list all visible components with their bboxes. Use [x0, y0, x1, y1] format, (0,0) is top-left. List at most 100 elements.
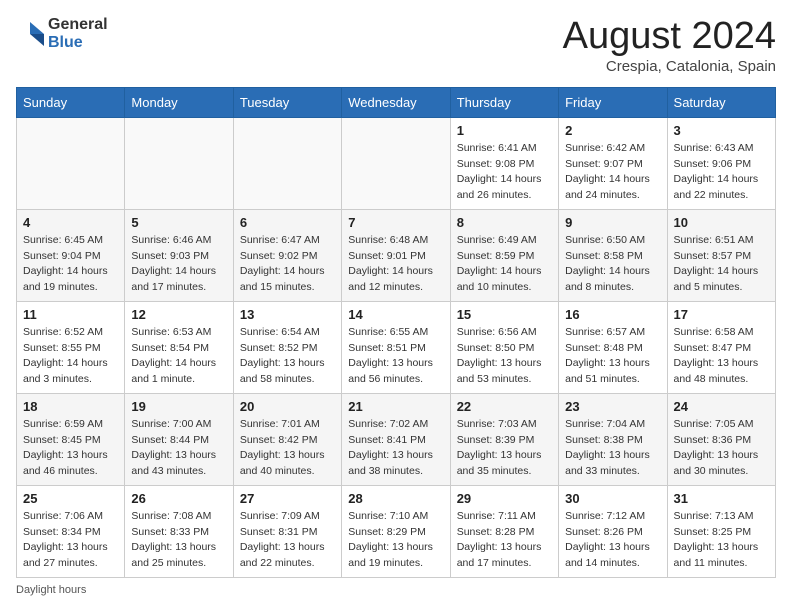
day-info: Sunrise: 6:49 AMSunset: 8:59 PMDaylight:…	[457, 233, 552, 296]
page-container: GeneralBlue August 2024 Crespia, Catalon…	[16, 16, 776, 596]
calendar-title: August 2024	[563, 16, 776, 58]
day-number: 17	[674, 307, 769, 322]
day-number: 3	[674, 123, 769, 138]
cell-w4-d5: 22 Sunrise: 7:03 AMSunset: 8:39 PMDayligh…	[450, 393, 558, 485]
cell-w2-d7: 10 Sunrise: 6:51 AMSunset: 8:57 PMDayligh…	[667, 209, 775, 301]
cell-w5-d5: 29 Sunrise: 7:11 AMSunset: 8:28 PMDayligh…	[450, 485, 558, 577]
day-info: Sunrise: 7:04 AMSunset: 8:38 PMDaylight:…	[565, 417, 660, 480]
col-wednesday: Wednesday	[342, 87, 450, 117]
day-number: 28	[348, 491, 443, 506]
day-info: Sunrise: 6:47 AMSunset: 9:02 PMDaylight:…	[240, 233, 335, 296]
week-row-3: 11 Sunrise: 6:52 AMSunset: 8:55 PMDayligh…	[17, 301, 776, 393]
day-info: Sunrise: 6:55 AMSunset: 8:51 PMDaylight:…	[348, 325, 443, 388]
day-number: 5	[131, 215, 226, 230]
col-monday: Monday	[125, 87, 233, 117]
cell-w3-d3: 13 Sunrise: 6:54 AMSunset: 8:52 PMDayligh…	[233, 301, 341, 393]
day-number: 26	[131, 491, 226, 506]
day-info: Sunrise: 6:53 AMSunset: 8:54 PMDaylight:…	[131, 325, 226, 388]
day-number: 6	[240, 215, 335, 230]
day-number: 15	[457, 307, 552, 322]
day-number: 22	[457, 399, 552, 414]
week-row-1: 1Sunrise: 6:41 AMSunset: 9:08 PMDaylight…	[17, 117, 776, 209]
day-info: Sunrise: 6:58 AMSunset: 8:47 PMDaylight:…	[674, 325, 769, 388]
col-friday: Friday	[559, 87, 667, 117]
day-info: Sunrise: 6:42 AMSunset: 9:07 PMDaylight:…	[565, 141, 660, 204]
day-number: 21	[348, 399, 443, 414]
day-number: 27	[240, 491, 335, 506]
day-info: Sunrise: 6:56 AMSunset: 8:50 PMDaylight:…	[457, 325, 552, 388]
day-number: 30	[565, 491, 660, 506]
day-info: Sunrise: 6:59 AMSunset: 8:45 PMDaylight:…	[23, 417, 118, 480]
calendar-subtitle: Crespia, Catalonia, Spain	[563, 58, 776, 75]
day-number: 9	[565, 215, 660, 230]
day-info: Sunrise: 7:05 AMSunset: 8:36 PMDaylight:…	[674, 417, 769, 480]
calendar-body: 1Sunrise: 6:41 AMSunset: 9:08 PMDaylight…	[17, 117, 776, 577]
day-number: 14	[348, 307, 443, 322]
cell-w2-d2: 5 Sunrise: 6:46 AMSunset: 9:03 PMDaylight…	[125, 209, 233, 301]
day-info: Sunrise: 7:02 AMSunset: 8:41 PMDaylight:…	[348, 417, 443, 480]
cell-w2-d6: 9Sunrise: 6:50 AMSunset: 8:58 PMDaylight…	[559, 209, 667, 301]
day-number: 23	[565, 399, 660, 414]
logo-text-block: GeneralBlue	[48, 16, 108, 51]
cell-w1-d7: 3Sunrise: 6:43 AMSunset: 9:06 PMDaylight…	[667, 117, 775, 209]
cell-w3-d7: 17 Sunrise: 6:58 AMSunset: 8:47 PMDayligh…	[667, 301, 775, 393]
cell-w4-d2: 19 Sunrise: 7:00 AMSunset: 8:44 PMDayligh…	[125, 393, 233, 485]
cell-w2-d1: 4 Sunrise: 6:45 AMSunset: 9:04 PMDaylight…	[17, 209, 125, 301]
day-number: 11	[23, 307, 118, 322]
cell-w3-d2: 12Sunrise: 6:53 AMSunset: 8:54 PMDayligh…	[125, 301, 233, 393]
day-info: Sunrise: 6:48 AMSunset: 9:01 PMDaylight:…	[348, 233, 443, 296]
cell-w1-d3	[233, 117, 341, 209]
day-number: 13	[240, 307, 335, 322]
day-number: 2	[565, 123, 660, 138]
logo: GeneralBlue	[16, 16, 108, 51]
week-row-5: 25Sunrise: 7:06 AMSunset: 8:34 PMDayligh…	[17, 485, 776, 577]
day-number: 16	[565, 307, 660, 322]
day-info: Sunrise: 6:41 AMSunset: 9:08 PMDaylight:…	[457, 141, 552, 204]
cell-w5-d7: 31 Sunrise: 7:13 AMSunset: 8:25 PMDayligh…	[667, 485, 775, 577]
cell-w4-d6: 23 Sunrise: 7:04 AMSunset: 8:38 PMDayligh…	[559, 393, 667, 485]
day-info: Sunrise: 7:06 AMSunset: 8:34 PMDaylight:…	[23, 509, 118, 572]
day-info: Sunrise: 6:52 AMSunset: 8:55 PMDaylight:…	[23, 325, 118, 388]
day-info: Sunrise: 6:45 AMSunset: 9:04 PMDaylight:…	[23, 233, 118, 296]
cell-w5-d1: 25Sunrise: 7:06 AMSunset: 8:34 PMDayligh…	[17, 485, 125, 577]
cell-w3-d5: 15 Sunrise: 6:56 AMSunset: 8:50 PMDayligh…	[450, 301, 558, 393]
cell-w5-d6: 30Sunrise: 7:12 AMSunset: 8:26 PMDayligh…	[559, 485, 667, 577]
day-number: 10	[674, 215, 769, 230]
day-info: Sunrise: 7:00 AMSunset: 8:44 PMDaylight:…	[131, 417, 226, 480]
day-info: Sunrise: 6:51 AMSunset: 8:57 PMDaylight:…	[674, 233, 769, 296]
day-info: Sunrise: 7:13 AMSunset: 8:25 PMDaylight:…	[674, 509, 769, 572]
cell-w3-d1: 11 Sunrise: 6:52 AMSunset: 8:55 PMDayligh…	[17, 301, 125, 393]
day-info: Sunrise: 7:08 AMSunset: 8:33 PMDaylight:…	[131, 509, 226, 572]
cell-w1-d1	[17, 117, 125, 209]
day-number: 24	[674, 399, 769, 414]
header: GeneralBlue August 2024 Crespia, Catalon…	[16, 16, 776, 75]
day-number: 19	[131, 399, 226, 414]
cell-w2-d4: 7 Sunrise: 6:48 AMSunset: 9:01 PMDaylight…	[342, 209, 450, 301]
day-info: Sunrise: 7:09 AMSunset: 8:31 PMDaylight:…	[240, 509, 335, 572]
day-info: Sunrise: 6:46 AMSunset: 9:03 PMDaylight:…	[131, 233, 226, 296]
col-sunday: Sunday	[17, 87, 125, 117]
week-row-2: 4 Sunrise: 6:45 AMSunset: 9:04 PMDaylight…	[17, 209, 776, 301]
day-number: 29	[457, 491, 552, 506]
cell-w5-d3: 27 Sunrise: 7:09 AMSunset: 8:31 PMDayligh…	[233, 485, 341, 577]
day-info: Sunrise: 7:03 AMSunset: 8:39 PMDaylight:…	[457, 417, 552, 480]
cell-w4-d3: 20Sunrise: 7:01 AMSunset: 8:42 PMDayligh…	[233, 393, 341, 485]
cell-w4-d1: 18Sunrise: 6:59 AMSunset: 8:45 PMDayligh…	[17, 393, 125, 485]
cell-w5-d4: 28 Sunrise: 7:10 AMSunset: 8:29 PMDayligh…	[342, 485, 450, 577]
day-number: 31	[674, 491, 769, 506]
cell-w3-d4: 14 Sunrise: 6:55 AMSunset: 8:51 PMDayligh…	[342, 301, 450, 393]
day-number: 4	[23, 215, 118, 230]
day-info: Sunrise: 7:10 AMSunset: 8:29 PMDaylight:…	[348, 509, 443, 572]
cell-w4-d4: 21 Sunrise: 7:02 AMSunset: 8:41 PMDayligh…	[342, 393, 450, 485]
col-thursday: Thursday	[450, 87, 558, 117]
day-info: Sunrise: 6:54 AMSunset: 8:52 PMDaylight:…	[240, 325, 335, 388]
day-number: 20	[240, 399, 335, 414]
cell-w2-d5: 8 Sunrise: 6:49 AMSunset: 8:59 PMDaylight…	[450, 209, 558, 301]
day-info: Sunrise: 7:11 AMSunset: 8:28 PMDaylight:…	[457, 509, 552, 572]
title-area: August 2024 Crespia, Catalonia, Spain	[563, 16, 776, 75]
cell-w2-d3: 6 Sunrise: 6:47 AMSunset: 9:02 PMDaylight…	[233, 209, 341, 301]
day-number: 7	[348, 215, 443, 230]
calendar-table: Sunday Monday Tuesday Wednesday Thursday…	[16, 87, 776, 578]
logo-blue-text: Blue	[48, 34, 108, 52]
day-number: 8	[457, 215, 552, 230]
